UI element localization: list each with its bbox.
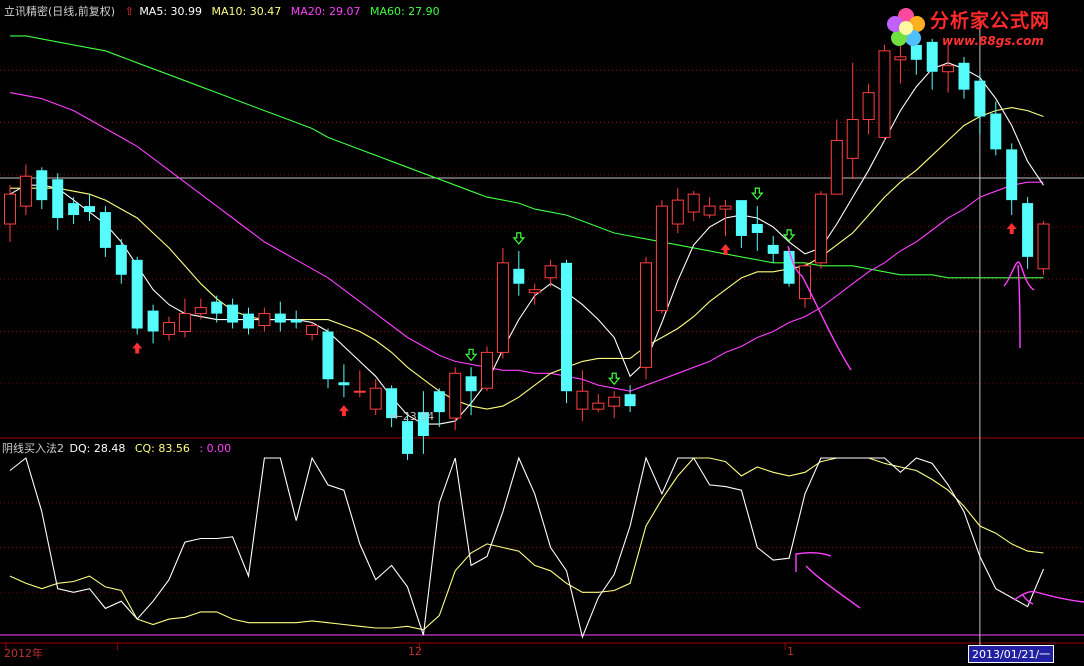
candle-body-down	[1006, 149, 1018, 201]
stock-title: 立讯精密(日线,前复权)	[4, 5, 116, 18]
candle-body-down	[322, 331, 334, 380]
ma10-line	[10, 107, 1044, 410]
stock-chart-canvas[interactable]: ←23.34	[0, 0, 1084, 662]
candle-body-up	[862, 92, 875, 121]
candle-body-down	[783, 250, 795, 284]
candle-body-up	[178, 313, 191, 333]
annotation-stroke	[795, 551, 861, 609]
candle-body-up	[655, 205, 668, 312]
candle-body-down	[735, 200, 747, 236]
annotation-stroke	[1003, 261, 1035, 349]
candle-body-up	[19, 175, 32, 207]
third-label: : 0.00	[199, 442, 232, 455]
x-label-jan: 1	[787, 645, 794, 658]
candle-body-up	[353, 390, 366, 393]
cq-line	[9, 457, 1044, 631]
candle-body-down	[274, 313, 286, 323]
flower-logo-icon	[887, 8, 925, 46]
candle-body-down	[99, 212, 111, 248]
candle-body-down	[211, 301, 223, 314]
candle-body-up	[306, 325, 319, 335]
candle-body-up	[894, 56, 907, 61]
candle-body-up	[576, 390, 589, 410]
dq-label: DQ: 28.48	[69, 442, 126, 455]
candle-body-down	[147, 310, 159, 332]
annotation-stroke	[1013, 590, 1084, 605]
candle-body-up	[830, 139, 843, 195]
candle-body-down	[115, 244, 127, 275]
candle-body-down	[131, 259, 143, 329]
candle-body-up	[719, 205, 732, 210]
ma60-label: MA60: 27.90	[369, 5, 440, 18]
candle-body-down	[227, 304, 239, 323]
sell-arrow-icon	[607, 372, 621, 386]
main-header: 立讯精密(日线,前复权) ⇧ MA5: 30.99 MA10: 30.47 MA…	[4, 3, 446, 19]
logo-url-text: www.88gs.com	[942, 34, 1044, 48]
candle-body-down	[974, 80, 986, 117]
candle-body-up	[496, 262, 509, 353]
candle-body-up	[687, 193, 700, 213]
candle-body-down	[402, 421, 413, 454]
candle-body-up	[878, 50, 891, 138]
candle-body-down	[465, 376, 477, 392]
candle-body-up	[258, 313, 271, 327]
candle-body-up	[528, 289, 541, 294]
candle-body-down	[433, 391, 445, 413]
candle-body-up	[194, 307, 207, 315]
candle-body-up	[942, 65, 955, 73]
candle-body-up	[449, 372, 462, 419]
candle-body-down	[290, 319, 302, 323]
cq-label: CQ: 83.56	[134, 442, 190, 455]
candle-body-down	[624, 394, 636, 407]
candle-body-up	[640, 262, 652, 368]
ma5-label: MA5: 30.99	[139, 5, 203, 18]
candle-body-up	[481, 351, 493, 389]
candle-body-down	[52, 179, 64, 219]
buy-arrow-icon	[1006, 223, 1017, 235]
candle-body-down	[513, 268, 525, 284]
candle-body-up	[671, 199, 684, 225]
candle-body-up	[608, 396, 621, 407]
ma20-label: MA20: 29.07	[290, 5, 361, 18]
chart-stage: ←23.34	[0, 0, 1084, 662]
candle-body-up	[814, 193, 827, 264]
candle-body-down	[338, 382, 350, 386]
buy-arrow-icon	[338, 405, 349, 417]
logo-cn-text: 分析家公式网	[930, 10, 1051, 32]
sell-arrow-icon	[512, 232, 526, 245]
indicator-title: 阴线买入法2	[2, 442, 64, 455]
candle-body-down	[751, 224, 763, 233]
candle-body-down	[1022, 203, 1034, 257]
candle-body-up	[846, 119, 859, 159]
cursor-date-box: 2013/01/21/一	[968, 645, 1055, 663]
sell-arrow-icon	[751, 187, 764, 201]
candle-body-up	[4, 193, 16, 225]
candle-body-up	[369, 387, 382, 410]
candle-body-down	[243, 313, 254, 329]
sell-arrow-icon	[464, 348, 478, 362]
candle-body-down	[561, 262, 572, 392]
candle-body-down	[958, 62, 970, 90]
candle-body-up	[163, 322, 175, 335]
candle-body-down	[767, 244, 779, 254]
up-arrow-icon: ⇧	[124, 5, 134, 18]
x-label-year: 2012年	[4, 647, 43, 660]
low-price-label: ←23.34	[394, 410, 435, 423]
indicator-header: 阴线买入法2 DQ: 28.48 CQ: 83.56 : 0.00	[2, 440, 237, 456]
candle-body-up	[544, 265, 557, 279]
candle-body-up	[592, 402, 605, 410]
buy-arrow-icon	[132, 342, 143, 354]
candle-body-down	[990, 113, 1002, 150]
candle-body-down	[36, 170, 48, 201]
candle-body-down	[68, 203, 80, 216]
candle-body-up	[703, 205, 716, 216]
candle-body-up	[1037, 223, 1050, 270]
ma10-label: MA10: 30.47	[211, 5, 282, 18]
x-label-dec: 12	[408, 645, 422, 658]
site-logo: 分析家公式网 www.88gs.com	[884, 4, 1080, 52]
candle-body-down	[84, 206, 95, 213]
